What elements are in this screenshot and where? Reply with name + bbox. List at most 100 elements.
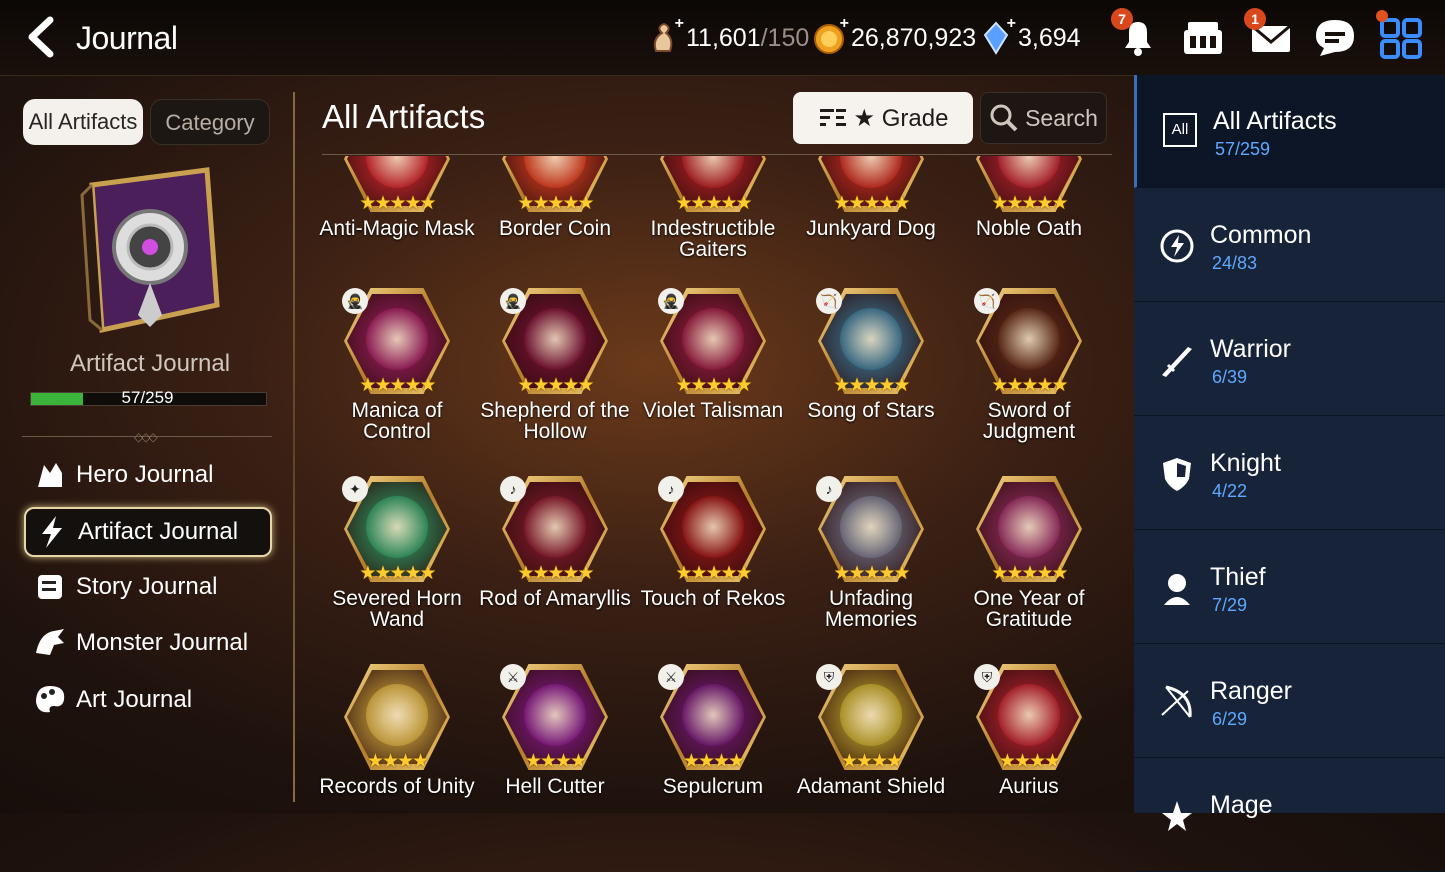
nav-artifact-journal[interactable]: Artifact Journal: [24, 507, 272, 557]
stamina-icon: +: [648, 15, 684, 55]
artifact-card[interactable]: ★★★★★ Border Coin: [476, 156, 634, 239]
warrior-class-icon: ⚔: [500, 664, 526, 690]
tab-all-artifacts[interactable]: All Artifacts: [23, 99, 143, 145]
artifact-card[interactable]: ✦ ★★★★★ Severed Horn Wand: [318, 476, 476, 630]
chat-icon[interactable]: [1312, 14, 1358, 60]
star-rating: ★★★★★: [359, 563, 436, 584]
thief-class-icon: 🥷: [500, 288, 526, 314]
artifact-card[interactable]: ⛨ ★★★★ Adamant Shield: [792, 664, 950, 797]
artifact-journal-book-icon: [80, 167, 220, 334]
artifact-emblem-icon: 🥷 ★★★★★: [500, 288, 608, 398]
nav-hero-journal[interactable]: Hero Journal: [24, 450, 272, 500]
artifact-card[interactable]: ★★★★★ Indestructible Gaiters: [634, 156, 792, 260]
artifact-emblem-icon: ♪ ★★★★★: [500, 476, 608, 586]
artifact-name: Junkyard Dog: [806, 217, 936, 240]
crystal-icon: +: [980, 15, 1016, 55]
artifact-card[interactable]: ★★★★★ Noble Oath: [950, 156, 1108, 239]
shop-icon[interactable]: [1180, 14, 1226, 60]
category-sidebar: All All Artifacts 57/259 Common 24/83 Warrior…: [1134, 75, 1445, 872]
page-title: Journal: [76, 20, 178, 56]
nav-art-journal[interactable]: Art Journal: [24, 675, 272, 725]
notification-bell-icon[interactable]: 7: [1111, 8, 1161, 60]
grade-sort-button[interactable]: ★ Grade: [793, 92, 973, 144]
artifact-card[interactable]: ⚔ ★★★★ Hell Cutter: [476, 664, 634, 797]
thief-class-icon: 🥷: [658, 288, 684, 314]
artifact-card[interactable]: ★★★★ Records of Unity: [318, 664, 476, 797]
artifact-art: [366, 496, 428, 558]
category-thief[interactable]: Thief 7/29: [1134, 531, 1445, 644]
artifact-card[interactable]: 🥷 ★★★★★ Shepherd of the Hollow: [476, 288, 634, 442]
artifact-card[interactable]: ♪ ★★★★★ Touch of Rekos: [634, 476, 792, 609]
nav-story-journal[interactable]: Story Journal: [24, 562, 272, 612]
ranger-class-icon: 🏹: [816, 288, 842, 314]
divider-ornament: ◇◇◇: [134, 430, 158, 444]
warrior-class-icon: ⚔: [658, 664, 684, 690]
search-button[interactable]: Search: [980, 92, 1107, 144]
category-label: Ranger: [1210, 677, 1292, 705]
mail-icon[interactable]: 1: [1244, 8, 1294, 60]
category-count: 7/29: [1212, 595, 1248, 615]
artifact-card[interactable]: ⛨ ★★★★ Aurius: [950, 664, 1108, 797]
artifact-name: Shepherd of the Hollow: [480, 399, 630, 443]
artifact-card[interactable]: 🏹 ★★★★★ Song of Stars: [792, 288, 950, 421]
stamina-counter[interactable]: + 11,601/150: [648, 15, 809, 56]
crystal-counter[interactable]: + 3,694: [980, 15, 1081, 56]
artifact-card[interactable]: ♪ ★★★★★ Unfading Memories: [792, 476, 950, 630]
artifact-card[interactable]: 🥷 ★★★★★ Manica of Control: [318, 288, 476, 442]
artifact-emblem-icon: ★★★★★: [976, 156, 1082, 216]
category-ranger[interactable]: Ranger 6/29: [1134, 645, 1445, 758]
artifact-art: [840, 308, 902, 370]
category-count: 24/83: [1212, 253, 1258, 273]
category-label: Warrior: [1210, 335, 1292, 363]
artifact-card[interactable]: ♪ ★★★★★ Rod of Amaryllis: [476, 476, 634, 609]
category-warrior[interactable]: Warrior 6/39: [1134, 303, 1445, 416]
artifact-name: Rod of Amaryllis: [479, 587, 631, 610]
star-rating: ★★★★: [840, 751, 903, 772]
artifact-name: Indestructible Gaiters: [650, 217, 776, 261]
back-arrow-icon[interactable]: [22, 16, 64, 58]
dragon-icon: [36, 629, 64, 655]
gold-coin-icon: +: [813, 15, 849, 55]
artifact-emblem-icon: ♪ ★★★★★: [658, 476, 766, 586]
artifact-emblem-icon: ✦ ★★★★★: [342, 476, 450, 586]
artifact-card[interactable]: ★★★★★ Junkyard Dog: [792, 156, 950, 239]
artifact-card[interactable]: ★★★★★ Anti-Magic Mask: [318, 156, 476, 239]
artifact-art: [998, 684, 1060, 746]
artifact-card[interactable]: 🥷 ★★★★★ Violet Talisman: [634, 288, 792, 421]
tab-category[interactable]: Category: [150, 99, 270, 145]
star-rating: ★★★★★: [359, 375, 436, 396]
artifact-grid: ★★★★★ Anti-Magic Mask ★★★★★ Border Coin ★★★★…: [318, 156, 1118, 813]
category-all-artifacts[interactable]: All All Artifacts 57/259: [1134, 75, 1445, 188]
category-common[interactable]: Common 24/83: [1134, 189, 1445, 302]
artifact-art: [998, 308, 1060, 370]
artifact-emblem-icon: ♪ ★★★★★: [816, 476, 924, 586]
artifact-name: Sepulcrum: [662, 775, 764, 798]
soul-class-icon: ♪: [658, 476, 684, 502]
star-rating: ★★★★: [998, 751, 1061, 772]
category-count: 57/259: [1215, 139, 1271, 159]
artifact-card[interactable]: ★★★★★ One Year of Gratitude: [950, 476, 1108, 630]
star-rating: ★★★★: [366, 751, 429, 772]
artifact-name: Sword of Judgment: [982, 399, 1076, 443]
artifact-emblem-icon: ★★★★★: [344, 156, 450, 216]
artifact-emblem-icon: 🥷 ★★★★★: [342, 288, 450, 398]
category-knight[interactable]: Knight 4/22: [1134, 417, 1445, 530]
category-mage[interactable]: Mage: [1134, 759, 1445, 872]
artifact-art: [682, 496, 744, 558]
artifact-card[interactable]: ⚔ ★★★★ Sepulcrum: [634, 664, 792, 797]
category-label: Knight: [1210, 449, 1281, 477]
ranger-class-icon: 🏹: [974, 288, 1000, 314]
star-rating: ★★★★★: [991, 375, 1068, 396]
artifact-emblem-icon: ★★★★: [344, 664, 450, 774]
notification-badge: 7: [1111, 8, 1133, 30]
artifact-emblem-icon: ⚔ ★★★★: [500, 664, 608, 774]
warrior-icon: [1162, 347, 1192, 377]
artifact-name: Hell Cutter: [505, 775, 605, 798]
nav-monster-journal[interactable]: Monster Journal: [24, 618, 272, 668]
category-count: 6/39: [1212, 367, 1248, 387]
artifact-card[interactable]: 🏹 ★★★★★ Sword of Judgment: [950, 288, 1108, 442]
header-divider: [322, 154, 1112, 155]
star-rating: ★★★★★: [991, 563, 1068, 584]
gold-counter[interactable]: + 26,870,923: [813, 15, 976, 56]
artifact-name: Records of Unity: [319, 775, 475, 798]
